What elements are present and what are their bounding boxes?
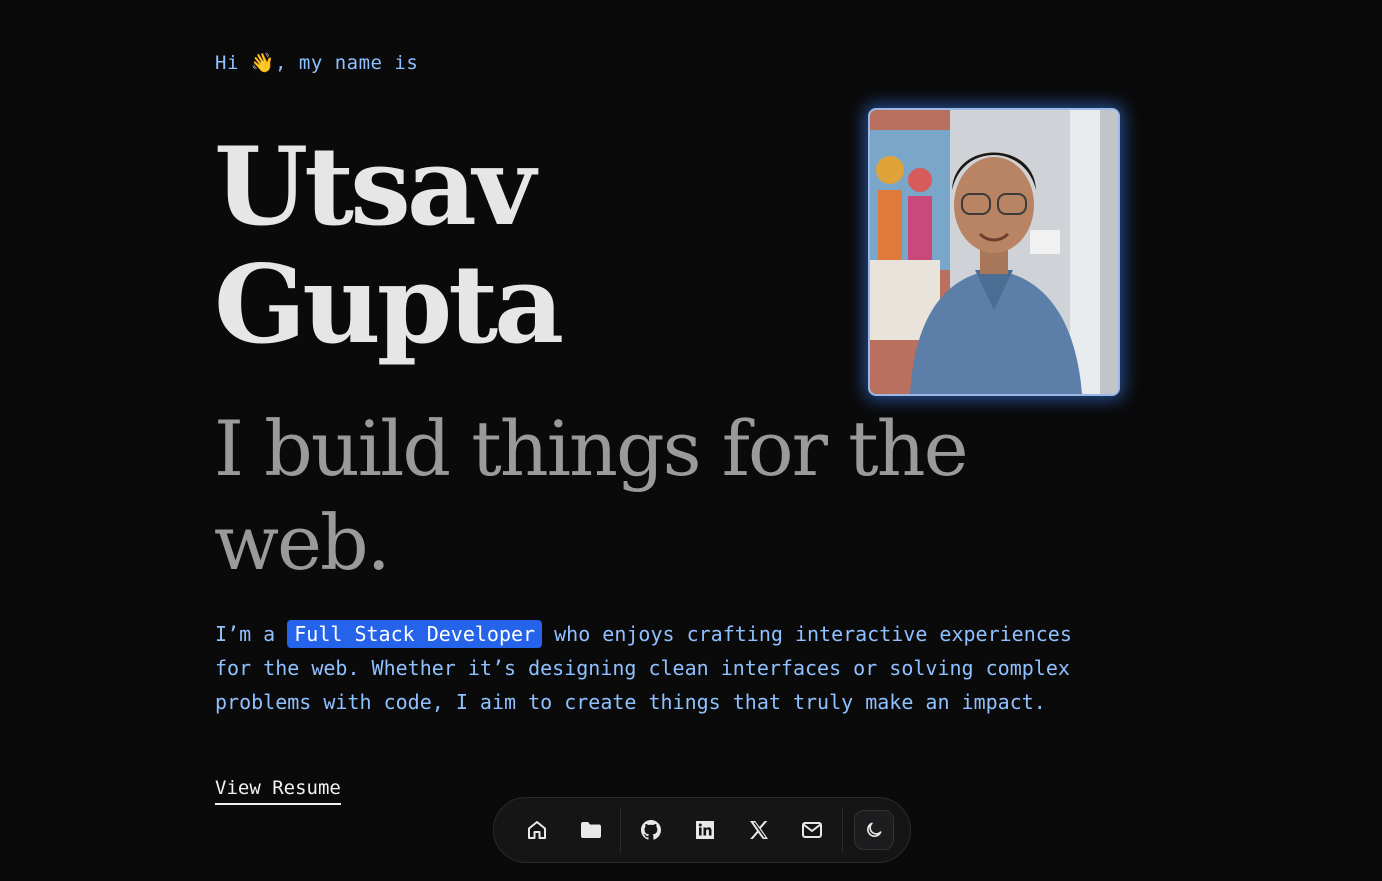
moon-icon [867, 822, 882, 837]
profile-photo-illustration [870, 110, 1118, 394]
dock-github-button[interactable] [631, 810, 671, 850]
theme-toggle-button[interactable] [854, 810, 895, 850]
waving-hand-emoji: 👋 [250, 52, 275, 74]
view-resume-link[interactable]: View Resume [215, 777, 341, 805]
bottom-dock [493, 797, 911, 863]
hero-name: Utsav Gupta [214, 124, 564, 368]
hero-tagline: I build things for the web. [214, 404, 969, 587]
greeting-line: Hi 👋, my name is [215, 51, 418, 74]
greeting-prefix: Hi [215, 52, 251, 74]
intro-paragraph: I’m a Full Stack Developer who enjoys cr… [215, 617, 1095, 719]
linkedin-icon [696, 821, 715, 839]
last-name: Gupta [214, 242, 564, 368]
intro-text-before: I’m a [215, 622, 288, 646]
portfolio-page: Hi 👋, my name is Utsav Gupta I build thi… [0, 0, 1382, 881]
dock-projects-button[interactable] [571, 810, 611, 850]
role-highlight: Full Stack Developer [287, 620, 543, 648]
dock-home-button[interactable] [517, 810, 557, 850]
dock-linkedin-button[interactable] [685, 810, 725, 850]
dock-divider [842, 807, 844, 853]
dock-divider [620, 807, 622, 853]
x-twitter-icon [749, 821, 768, 839]
first-name: Utsav [214, 124, 536, 250]
greeting-suffix: , my name is [275, 52, 419, 74]
mail-icon [802, 822, 823, 838]
profile-photo [868, 108, 1120, 396]
github-icon [641, 820, 662, 840]
dock-x-button[interactable] [739, 810, 779, 850]
folder-icon [580, 822, 601, 838]
dock-email-button[interactable] [793, 810, 833, 850]
home-icon [527, 821, 546, 839]
